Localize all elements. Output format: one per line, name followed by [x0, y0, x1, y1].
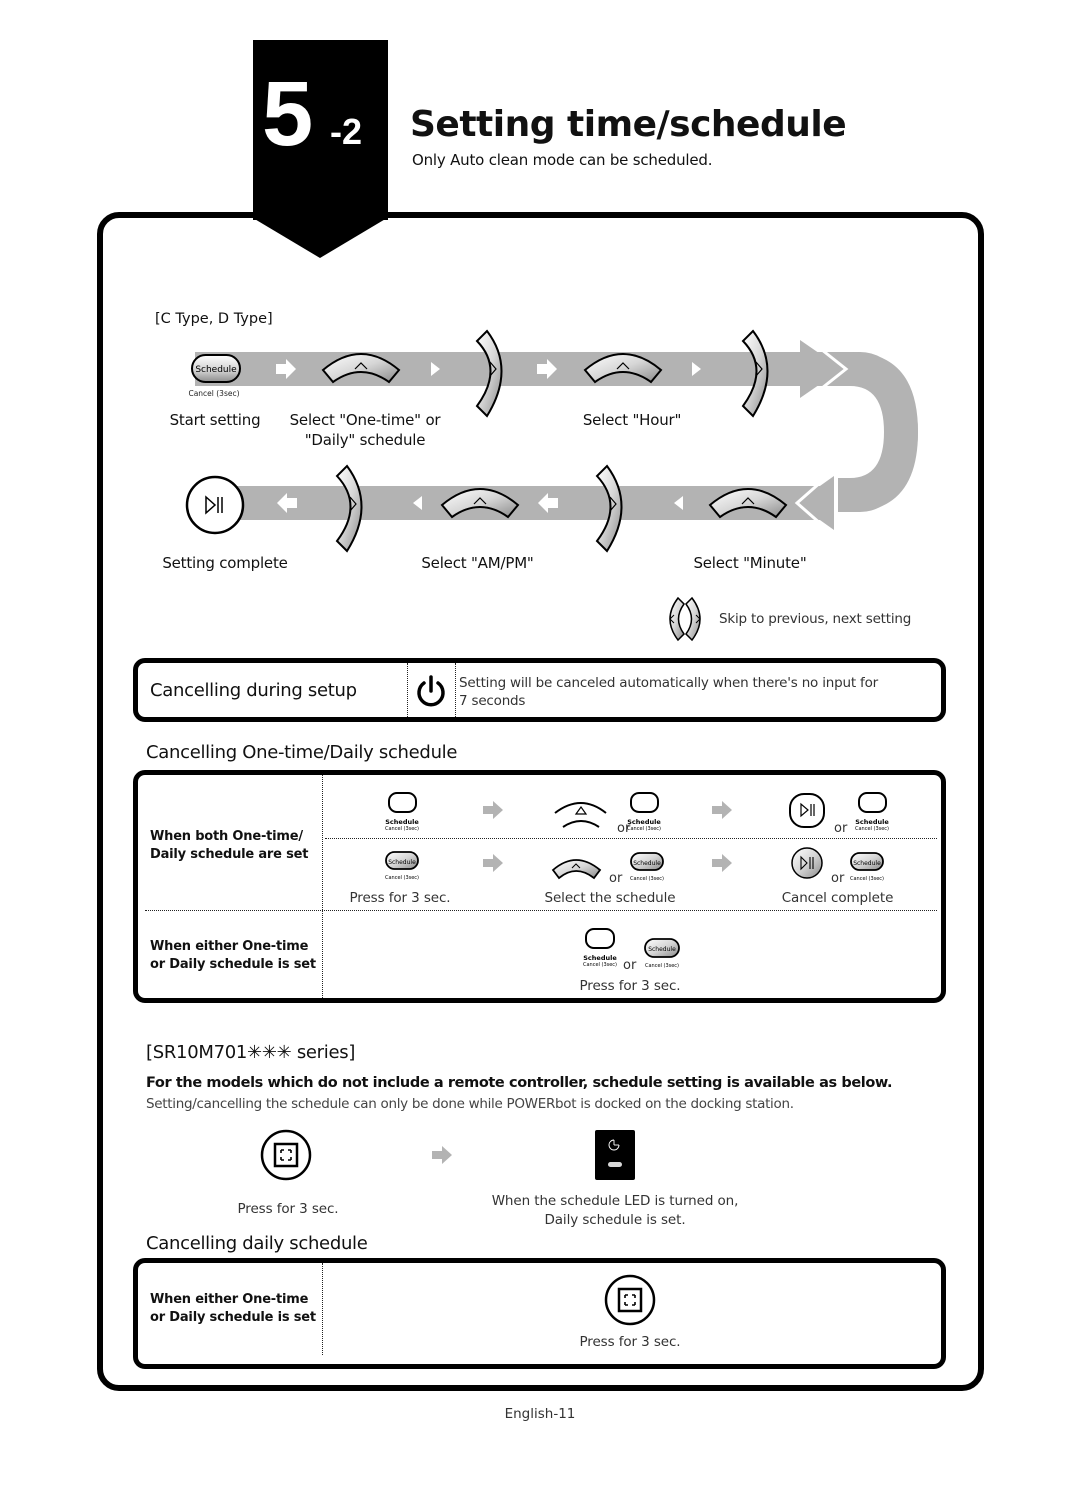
step-setting-complete: Setting complete	[162, 554, 288, 572]
series-note-bold: For the models which do not include a re…	[146, 1075, 893, 1091]
step-select-schedule-type-line2: "Daily" schedule	[304, 431, 426, 449]
auto-cancel-note-line1: Setting will be canceled automatically w…	[459, 675, 878, 691]
cancel-label: Cancel (3sec)	[850, 876, 884, 882]
schedule-button-outline-icon: Schedule Cancel (3sec)	[385, 792, 419, 832]
play-pause-button-icon	[791, 847, 823, 879]
step-select-ampm: Select "AM/PM"	[421, 554, 534, 572]
spot-clean-button-icon	[604, 1274, 656, 1326]
or-text: or	[834, 821, 848, 836]
up-button-icon	[551, 859, 602, 880]
left-button-icon	[669, 596, 685, 642]
arrow-right-icon	[483, 854, 503, 872]
step-select-minute: Select "Minute"	[693, 554, 807, 572]
caption-cancel-complete: Cancel complete	[781, 890, 894, 906]
right-button-icon	[685, 596, 701, 642]
schedule-button-outline-icon: Schedule Cancel (3sec)	[583, 928, 617, 968]
cancel-schedule-steps: Schedule Cancel (3sec) or Schedule Cance…	[385, 792, 889, 973]
page-title: Setting time/schedule	[410, 104, 847, 145]
schedule-button-icon: Schedule Cancel (3sec)	[385, 851, 419, 881]
step-start-setting: Start setting	[169, 411, 261, 429]
series-title: [SR10M701✳✳✳ series]	[146, 1042, 356, 1063]
setting-flow-diagram: Schedule Cancel (3sec)	[185, 329, 918, 642]
series-caption-led: When the schedule LED is turned on, Dail…	[470, 1192, 760, 1230]
up-button-outline-icon	[554, 802, 607, 828]
arrow-right-icon	[483, 801, 503, 819]
divider	[322, 1263, 323, 1355]
cancel-label: Cancel (3sec)	[630, 876, 664, 882]
row-label-line: Daily schedule are set	[150, 847, 309, 862]
cancel-label: Cancel (3sec)	[385, 875, 419, 881]
row-label-line: When either One-time	[150, 939, 309, 954]
cancel-label: Cancel (3sec)	[583, 962, 617, 968]
chapter-number: 5	[262, 63, 313, 165]
series-note-light: Setting/cancelling the schedule can only…	[146, 1096, 794, 1112]
schedule-label: Schedule	[855, 818, 889, 826]
schedule-label: Schedule	[648, 946, 676, 953]
schedule-button-icon: Schedule Cancel (3sec)	[630, 852, 664, 882]
divider	[455, 663, 456, 717]
page-subtitle: Only Auto clean mode can be scheduled.	[412, 151, 713, 169]
or-text: or	[623, 958, 637, 973]
schedule-button-outline-icon: Schedule Cancel (3sec)	[627, 792, 661, 832]
row-label-line: When either One-time	[150, 1292, 309, 1307]
schedule-label: Schedule	[385, 818, 419, 826]
row-label-line: or Daily schedule is set	[150, 1310, 316, 1325]
schedule-button-outline-icon: Schedule Cancel (3sec)	[855, 792, 889, 832]
caption-press-3-sec: Press for 3 sec.	[349, 890, 451, 906]
arrow-right-icon	[432, 1146, 452, 1164]
schedule-label: Schedule	[633, 860, 661, 867]
play-pause-button-icon[interactable]	[185, 475, 245, 535]
play-pause-button-outline-icon	[789, 793, 825, 828]
bottom-track-arrowhead	[796, 476, 834, 530]
row-label-line: or Daily schedule is set	[150, 957, 316, 972]
schedule-button[interactable]: Schedule	[191, 354, 241, 383]
row-label-both-set: When both One-time/ Daily schedule are s…	[150, 828, 308, 864]
cancel-label: Cancel (3sec)	[645, 963, 679, 969]
schedule-label: Schedule	[388, 859, 416, 866]
divider	[407, 663, 408, 717]
auto-cancel-note: Setting will be canceled automatically w…	[459, 674, 929, 710]
schedule-button-icon: Schedule Cancel (3sec)	[850, 852, 884, 882]
schedule-button-label: Schedule	[195, 365, 237, 375]
power-icon	[417, 675, 445, 707]
series-caption-led-line2: Daily schedule is set.	[544, 1212, 686, 1228]
chapter-subnumber: -2	[330, 111, 363, 152]
series-steps	[260, 1129, 635, 1181]
cancel-daily-title: Cancelling daily schedule	[146, 1233, 368, 1254]
chapter-tab-arrow	[253, 218, 387, 258]
cancel-label: Cancel (3sec)	[627, 826, 661, 832]
cancel-during-setup-title: Cancelling during setup	[150, 680, 357, 701]
series-caption-press: Press for 3 sec.	[237, 1201, 339, 1217]
schedule-led-icon	[595, 1130, 635, 1180]
step-select-hour: Select "Hour"	[582, 411, 682, 429]
series-caption-led-line1: When the schedule LED is turned on,	[491, 1193, 739, 1209]
skip-note: Skip to previous, next setting	[719, 611, 912, 627]
cancel-schedule-title: Cancelling One-time/Daily schedule	[146, 742, 458, 763]
auto-cancel-note-line2: 7 seconds	[459, 693, 526, 709]
row-label-either-set: When either One-time or Daily schedule i…	[150, 938, 316, 974]
arrow-right-icon	[712, 801, 732, 819]
schedule-label: Schedule	[583, 954, 617, 962]
row-label-line: When both One-time/	[150, 829, 303, 844]
cancel-3sec-label: Cancel (3sec)	[188, 389, 239, 398]
row-label-either-set: When either One-time or Daily schedule i…	[150, 1291, 316, 1327]
page-number: English-11	[504, 1406, 576, 1422]
schedule-label: Schedule	[853, 860, 881, 867]
step-select-schedule-type: Select "One-time" or	[289, 411, 441, 429]
cancel-label: Cancel (3sec)	[385, 826, 419, 832]
spot-clean-button-icon	[260, 1129, 312, 1181]
or-text: or	[831, 871, 845, 886]
schedule-button-icon: Schedule Cancel (3sec)	[644, 938, 680, 969]
caption-press-3-sec: Press for 3 sec.	[579, 978, 681, 994]
cancel-label: Cancel (3sec)	[855, 826, 889, 832]
arrow-right-icon	[712, 854, 732, 872]
cancel-daily-caption: Press for 3 sec.	[579, 1334, 681, 1350]
divider	[322, 775, 323, 998]
caption-select-schedule: Select the schedule	[544, 890, 676, 906]
schedule-label: Schedule	[627, 818, 661, 826]
or-text: or	[609, 871, 623, 886]
